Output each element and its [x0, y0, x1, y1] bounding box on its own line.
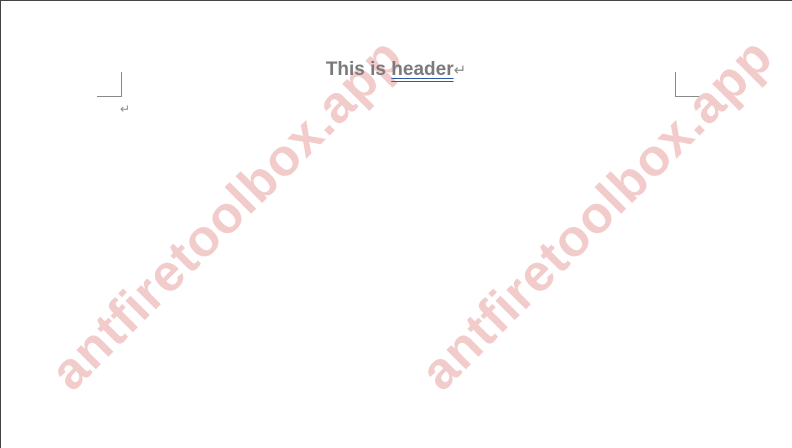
paragraph-mark-icon: ↵: [453, 62, 467, 79]
document-header[interactable]: This is header↵: [0, 59, 792, 81]
header-text: This is: [325, 59, 392, 80]
header-word-underlined[interactable]: header: [391, 59, 453, 80]
empty-paragraph-mark-icon[interactable]: ↵: [120, 102, 130, 116]
